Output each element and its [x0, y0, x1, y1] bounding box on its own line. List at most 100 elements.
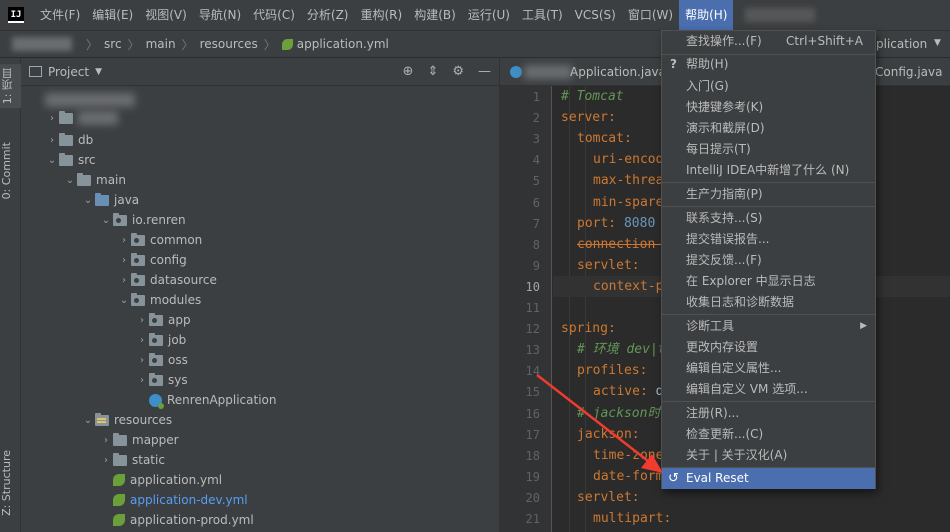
menu-item-keymap-reference[interactable]: 快捷键参考(K)	[662, 97, 875, 118]
menu-item-about[interactable]: 关于 | 关于汉化(A)	[662, 445, 875, 466]
tree-item-label: db	[78, 133, 94, 147]
tree-row[interactable]: application-prod.yml	[21, 510, 500, 530]
chevron-right-icon: 〉	[86, 37, 99, 52]
chevron-right-icon[interactable]: ›	[117, 255, 131, 266]
chevron-right-icon[interactable]: ›	[117, 275, 131, 286]
tree-item-label: resources	[114, 413, 173, 427]
tree-row[interactable]: ⌄ src	[21, 150, 500, 170]
chevron-down-icon[interactable]: ⌄	[81, 195, 95, 206]
spring-class-icon	[149, 393, 164, 409]
redacted-tab	[524, 65, 572, 79]
menu-navigate[interactable]: 导航(N)	[193, 0, 247, 30]
menu-tools[interactable]: 工具(T)	[516, 0, 569, 30]
tree-row[interactable]: › job	[21, 330, 500, 350]
menu-window[interactable]: 窗口(W)	[622, 0, 679, 30]
menu-item-edit-custom-properties[interactable]: 编辑自定义属性...	[662, 358, 875, 379]
tree-row[interactable]: ⌄ modules	[21, 290, 500, 310]
chevron-right-icon[interactable]: ›	[117, 235, 131, 246]
chevron-right-icon[interactable]: ›	[135, 335, 149, 346]
chevron-right-icon[interactable]: ›	[45, 113, 59, 124]
menu-item-show-log[interactable]: 在 Explorer 中显示日志	[662, 271, 875, 292]
menu-item-getting-started[interactable]: 入门(G)	[662, 76, 875, 97]
chevron-down-icon[interactable]: ⌄	[99, 215, 113, 226]
tree-item-label: datasource	[150, 273, 217, 287]
breadcrumb-resources[interactable]: resources	[200, 37, 258, 51]
tree-row[interactable]: › datasource	[21, 270, 500, 290]
tab-config-java[interactable]: Config.java	[875, 65, 942, 79]
menu-item-tip-of-day[interactable]: 每日提示(T)	[662, 139, 875, 160]
caret-down-icon[interactable]: ▼	[934, 38, 941, 48]
tree-row[interactable]: › app	[21, 310, 500, 330]
menu-item-eval-reset[interactable]: ↺ Eval Reset	[662, 468, 875, 489]
tree-row[interactable]: RenrenApplication	[21, 390, 500, 410]
minimize-icon[interactable]: —	[478, 64, 491, 79]
menu-run[interactable]: 运行(U)	[462, 0, 516, 30]
menu-item-collect-logs[interactable]: 收集日志和诊断数据	[662, 292, 875, 313]
menu-refactor[interactable]: 重构(R)	[355, 0, 409, 30]
menu-view[interactable]: 视图(V)	[139, 0, 193, 30]
menu-item-whats-new[interactable]: IntelliJ IDEA中新增了什么 (N)	[662, 160, 875, 181]
menu-item-change-memory[interactable]: 更改内存设置	[662, 337, 875, 358]
tree-row[interactable]: › db	[21, 130, 500, 150]
menu-item-check-updates[interactable]: 检查更新...(C)	[662, 424, 875, 445]
tab-application-partial[interactable]: plication	[876, 37, 927, 51]
tree-row[interactable]: ⌄ main	[21, 170, 500, 190]
tree-row[interactable]: application.yml	[21, 470, 500, 490]
collapse-all-icon[interactable]: ⇕	[427, 64, 438, 79]
chevron-right-icon[interactable]: ›	[99, 455, 113, 466]
chevron-right-icon[interactable]: ›	[135, 375, 149, 386]
chevron-down-icon[interactable]: ⌄	[45, 155, 59, 166]
chevron-down-icon[interactable]: ⌄	[117, 295, 131, 306]
tree-row[interactable]: application-dev.yml	[21, 490, 500, 510]
tree-row[interactable]: › oss	[21, 350, 500, 370]
menu-build[interactable]: 构建(B)	[408, 0, 462, 30]
menu-item-productivity-guide[interactable]: 生产力指南(P)	[662, 184, 875, 205]
menu-separator	[662, 206, 875, 207]
tree-row-redacted: ›	[21, 108, 500, 128]
tree-row[interactable]: › static	[21, 450, 500, 470]
tab-application-java[interactable]: Application.java	[570, 65, 666, 79]
package-icon	[149, 332, 163, 346]
locate-icon[interactable]: ⊕	[403, 64, 414, 79]
menu-item-find-action[interactable]: 查找操作...(F) Ctrl+Shift+A	[662, 31, 875, 52]
menu-item-submit-feedback[interactable]: 提交反馈...(F)	[662, 250, 875, 271]
tab-project[interactable]: 1: 项目	[0, 64, 21, 109]
menu-item-edit-custom-vm[interactable]: 编辑自定义 VM 选项...	[662, 379, 875, 400]
menu-help[interactable]: 帮助(H)	[679, 0, 734, 30]
chevron-right-icon[interactable]: ›	[99, 435, 113, 446]
tree-row[interactable]: ⌄ java	[21, 190, 500, 210]
menu-code[interactable]: 代码(C)	[247, 0, 301, 30]
tree-row[interactable]: ⌄ resources	[21, 410, 500, 430]
tree-row[interactable]: ⌄ io.renren	[21, 210, 500, 230]
chevron-right-icon[interactable]: ›	[135, 355, 149, 366]
class-icon	[510, 66, 522, 78]
gear-icon[interactable]: ⚙	[452, 64, 464, 79]
menu-item-help[interactable]: ? 帮助(H)	[662, 54, 875, 75]
chevron-down-icon[interactable]: ⌄	[63, 175, 77, 186]
tab-commit[interactable]: 0: Commit	[0, 138, 21, 203]
breadcrumb-file[interactable]: application.yml	[297, 37, 389, 51]
menu-item-submit-bug[interactable]: 提交错误报告...	[662, 229, 875, 250]
menu-item-diagnostic-tools[interactable]: 诊断工具 ▶	[662, 316, 875, 337]
tree-row[interactable]: › common	[21, 230, 500, 250]
chevron-right-icon[interactable]: ›	[45, 135, 59, 146]
tree-row[interactable]: › config	[21, 250, 500, 270]
menu-item-register[interactable]: 注册(R)...	[662, 403, 875, 424]
chevron-down-icon[interactable]: ⌄	[81, 415, 95, 426]
menu-file[interactable]: 文件(F)	[34, 0, 86, 30]
menu-item-contact-support[interactable]: 联系支持...(S)	[662, 208, 875, 229]
menu-item-demos[interactable]: 演示和截屏(D)	[662, 118, 875, 139]
project-panel-title[interactable]: Project	[48, 65, 89, 79]
menu-edit[interactable]: 编辑(E)	[86, 0, 139, 30]
caret-down-icon[interactable]: ▼	[95, 67, 102, 77]
tree-row[interactable]: › mapper	[21, 430, 500, 450]
tree-row[interactable]: › sys	[21, 370, 500, 390]
breadcrumb-src[interactable]: src	[104, 37, 122, 51]
tab-structure[interactable]: Z: Structure	[0, 446, 21, 520]
chevron-right-icon[interactable]: ›	[135, 315, 149, 326]
menu-analyze[interactable]: 分析(Z)	[301, 0, 355, 30]
intellij-logo-icon: IJ	[8, 7, 24, 23]
project-icon	[29, 66, 42, 77]
menu-vcs[interactable]: VCS(S)	[569, 0, 622, 30]
breadcrumb-main[interactable]: main	[146, 37, 176, 51]
